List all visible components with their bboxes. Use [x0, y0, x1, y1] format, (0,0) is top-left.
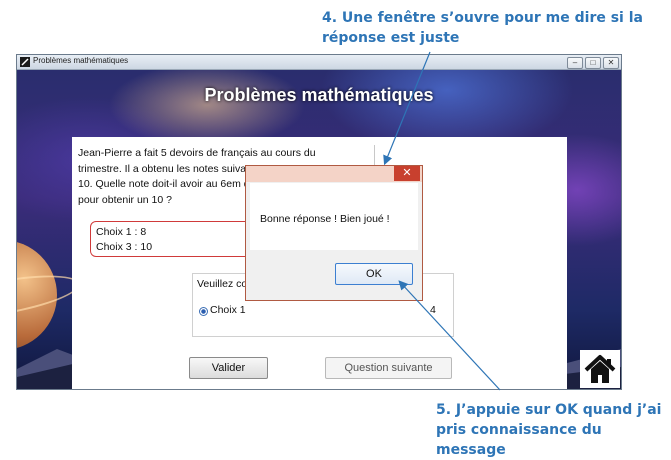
annotation-step-5: 5. J’appuie sur OK quand j’ai pris conna…: [436, 402, 662, 458]
radio-choice-1[interactable]: [199, 307, 208, 316]
app-icon: [20, 57, 30, 67]
close-icon[interactable]: ✕: [394, 166, 420, 181]
close-icon[interactable]: ✕: [603, 57, 619, 69]
radio-choice-1-label[interactable]: Choix 1: [210, 304, 246, 316]
home-icon[interactable]: [580, 350, 620, 388]
validate-button[interactable]: Valider: [189, 357, 268, 379]
dialog-body: Bonne réponse ! Bien joué !: [250, 183, 418, 250]
dialog-titlebar: ✕: [246, 166, 422, 182]
window-title: Problèmes mathématiques: [33, 56, 129, 65]
choice-3-text: Choix 3 : 10: [96, 241, 153, 253]
annotation-step-4: 4. Une fenêtre s’ouvre pour me dire si l…: [322, 10, 643, 46]
minimize-icon[interactable]: –: [567, 57, 583, 69]
message-dialog: ✕ Bonne réponse ! Bien joué ! OK: [245, 165, 423, 301]
window-titlebar: Problèmes mathématiques – □ ✕: [17, 55, 621, 70]
app-title: Problèmes mathématiques: [204, 85, 434, 105]
choice-1-text: Choix 1 : 8: [96, 226, 147, 238]
radio-choice-4-label[interactable]: 4: [430, 304, 436, 316]
dialog-message: Bonne réponse ! Bien joué !: [260, 213, 390, 225]
answer-group-label: Veuillez co: [197, 278, 248, 290]
next-question-button[interactable]: Question suivante: [325, 357, 452, 379]
maximize-icon[interactable]: □: [585, 57, 601, 69]
ok-button[interactable]: OK: [335, 263, 413, 285]
